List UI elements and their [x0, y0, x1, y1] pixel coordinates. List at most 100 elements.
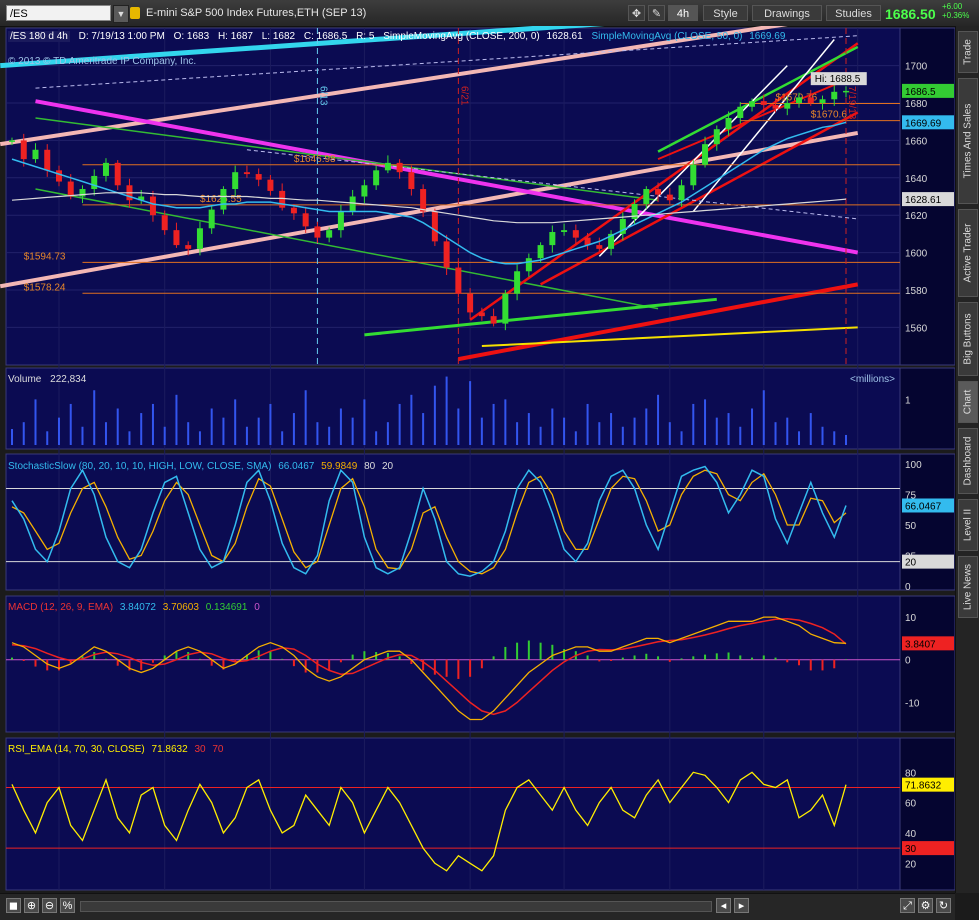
candle-body — [537, 245, 544, 259]
stoch-panel-background — [5, 453, 901, 591]
volume-bar — [809, 413, 812, 445]
candle-body — [467, 293, 474, 313]
macd-zero: 0 — [254, 602, 260, 613]
tab-chart[interactable]: Chart — [958, 381, 978, 423]
scroll-right-icon[interactable]: ▸ — [734, 898, 749, 913]
macd-value-label: 3.8407 — [905, 639, 936, 650]
candle-body — [349, 196, 356, 212]
style-button[interactable]: Style — [703, 5, 748, 21]
bar-high: H: 1687 — [217, 31, 253, 42]
price-level-label: $1646.98 — [294, 154, 336, 165]
candle-body — [232, 172, 239, 190]
macd-title: MACD (12, 26, 9, EMA) — [8, 602, 114, 613]
candle-body — [843, 90, 849, 93]
stochastic-tick-label: 0 — [905, 582, 911, 593]
candle-body — [20, 140, 27, 160]
symbol-input[interactable]: /ES — [6, 5, 111, 21]
candle-body — [102, 162, 109, 176]
volume-bar — [398, 403, 401, 445]
symbol-dropdown-icon[interactable]: ▼ — [113, 5, 129, 23]
price-tick-label: 1600 — [905, 249, 928, 260]
volume-bar — [328, 426, 331, 445]
price-tick-label: 1700 — [905, 62, 928, 73]
volume-bar — [292, 413, 295, 445]
scroll-left-icon[interactable]: ◂ — [716, 898, 731, 913]
candle-body — [149, 196, 156, 216]
candle-body — [55, 170, 62, 182]
candle-body — [643, 189, 650, 204]
lock-icon[interactable] — [130, 7, 140, 19]
event-marker-label: 6/13 — [317, 86, 328, 106]
candle-body — [255, 174, 262, 180]
tab-label: Live News — [962, 563, 974, 611]
stochastic-k: 66.0467 — [278, 461, 315, 472]
zoom-in-icon[interactable]: ⊕ — [24, 898, 39, 913]
volume-current: 222,834 — [50, 374, 87, 385]
tab-times-and-sales[interactable]: Times And Sales — [958, 78, 978, 204]
studies-button[interactable]: Studies — [826, 5, 881, 21]
volume-bar — [187, 422, 190, 445]
percent-scale-icon[interactable]: % — [60, 898, 75, 913]
volume-bar — [57, 417, 60, 445]
stochastic-header: StochasticSlow (80, 20, 10, 10, HIGH, LO… — [8, 460, 393, 473]
hi-label: Hi: 1688.5 — [815, 74, 861, 85]
stochastic-lo: 20 — [382, 461, 394, 472]
settings-wrench-icon[interactable]: ✎ — [648, 5, 665, 21]
rsi-tick-label: 60 — [905, 799, 917, 810]
bar-range: R: 5 — [356, 31, 375, 42]
stochastic-title: StochasticSlow (80, 20, 10, 10, HIGH, LO… — [8, 461, 272, 472]
drawings-button[interactable]: Drawings — [752, 5, 822, 21]
tab-level-ii[interactable]: Level II — [958, 499, 978, 551]
volume-panel-background — [5, 367, 901, 450]
candle-body — [243, 172, 250, 175]
volume-bar — [833, 431, 836, 445]
event-marker-label: 6/21 — [458, 86, 469, 106]
tab-big-buttons[interactable]: Big Buttons — [958, 302, 978, 376]
candle-body — [161, 215, 168, 231]
interval-selector[interactable]: 4h — [668, 5, 698, 21]
volume-bar — [351, 417, 354, 445]
gear-icon[interactable]: ⚙ — [918, 898, 933, 913]
bar-close: C: 1686.5 — [303, 31, 348, 42]
candle-body — [572, 230, 579, 238]
tab-dashboard[interactable]: Dashboard — [958, 428, 978, 494]
volume-bar — [774, 422, 777, 445]
rsi-tick-label: 20 — [905, 859, 917, 870]
volume-bar — [257, 417, 260, 445]
price-value-label: 1686.5 — [905, 87, 936, 98]
candle-body — [220, 189, 227, 210]
sync-icon[interactable]: ↻ — [936, 898, 951, 913]
bar-low: L: 1682 — [261, 31, 296, 42]
volume-bar — [563, 417, 566, 445]
volume-bar — [163, 426, 166, 445]
copyright-notice: © 2013 © TD Ameritrade IP Company, Inc. — [8, 56, 197, 67]
candle-body — [361, 185, 368, 197]
tab-active-trader[interactable]: Active Trader — [958, 209, 978, 297]
tab-trade[interactable]: Trade — [958, 31, 978, 73]
candle-body — [502, 293, 509, 324]
volume-title: Volume — [8, 374, 42, 385]
volume-bar — [11, 429, 13, 445]
chart-toolbar: /ES ▼ E-mini S&P 500 Index Futures,ETH (… — [0, 0, 979, 27]
candle-body — [514, 271, 521, 294]
volume-bar — [845, 434, 847, 445]
zoom-out-icon[interactable]: ⊖ — [42, 898, 57, 913]
candle-body — [9, 140, 15, 142]
volume-bar — [539, 426, 542, 445]
drawing-cursor-icon[interactable]: ◼ — [6, 898, 21, 913]
volume-bar — [480, 417, 483, 445]
crosshair-icon[interactable]: ✥ — [628, 5, 645, 21]
volume-bar — [751, 408, 754, 445]
volume-bar — [598, 422, 601, 445]
time-scrollbar[interactable] — [80, 901, 712, 912]
expand-icon[interactable]: ⤢ — [900, 898, 915, 913]
tab-live-news[interactable]: Live News — [958, 556, 978, 618]
candle-body — [44, 149, 51, 171]
volume-bar — [81, 426, 84, 445]
volume-bar — [116, 408, 119, 445]
volume-bar — [798, 431, 801, 445]
volume-bar — [316, 422, 319, 445]
price-level-label: $1670.6 — [811, 110, 848, 121]
candle-body — [185, 245, 192, 249]
candle-body — [455, 267, 462, 294]
